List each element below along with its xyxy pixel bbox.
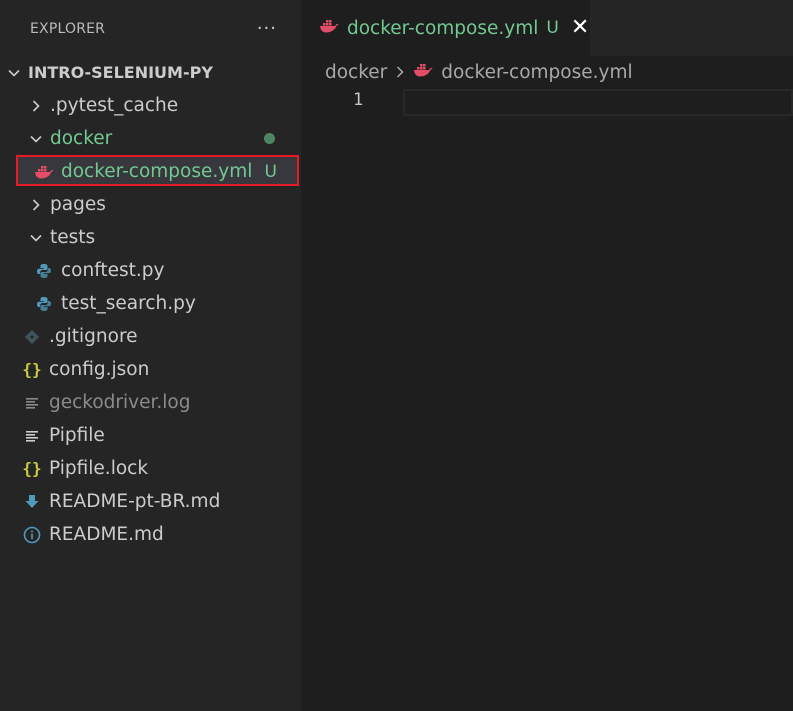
breadcrumb-file[interactable]: docker-compose.yml — [441, 62, 632, 83]
tree-item-label: pages — [50, 194, 106, 215]
chevron-right-icon — [29, 198, 43, 212]
git-icon — [22, 327, 42, 347]
tree-item-label: .gitignore — [49, 326, 138, 347]
tree-item-label: test_search.py — [61, 293, 196, 314]
workspace-root-label: INTRO-SELENIUM-PY — [28, 63, 213, 82]
editor-tab-bar: docker-compose.yml U ✕ — [301, 0, 793, 56]
close-icon[interactable]: ✕ — [571, 17, 589, 39]
file-tree: INTRO-SELENIUM-PY .pytest_cache docker d… — [0, 56, 301, 551]
current-line-highlight[interactable] — [403, 89, 793, 116]
breadcrumb-folder[interactable]: docker — [325, 62, 387, 83]
explorer-sidebar: EXPLORER ··· INTRO-SELENIUM-PY .pytest_c… — [0, 0, 301, 711]
chevron-down-icon — [29, 231, 43, 245]
tree-item-label: .pytest_cache — [50, 95, 179, 116]
docker-whale-icon — [319, 18, 339, 38]
breadcrumb: docker docker-compose.yml — [325, 58, 633, 86]
json-braces-icon: {} — [22, 459, 42, 478]
tree-item-label: config.json — [49, 359, 150, 380]
chevron-down-icon — [7, 66, 21, 80]
tree-item-pytest-cache[interactable]: .pytest_cache — [0, 89, 301, 122]
tree-item-tests[interactable]: tests — [0, 221, 301, 254]
download-arrow-icon — [22, 492, 42, 512]
json-braces-icon: {} — [22, 360, 42, 379]
tree-item-conftest[interactable]: conftest.py — [0, 254, 301, 287]
more-actions-button[interactable]: ··· — [257, 20, 277, 38]
explorer-header: EXPLORER ··· — [0, 0, 301, 58]
tree-item-pipfile-lock[interactable]: {} Pipfile.lock — [0, 452, 301, 485]
python-icon — [34, 294, 54, 314]
tree-item-label: README-pt-BR.md — [49, 491, 221, 512]
tree-item-readme-pt-br[interactable]: README-pt-BR.md — [0, 485, 301, 518]
chevron-down-icon — [29, 132, 43, 146]
tree-item-gitignore[interactable]: .gitignore — [0, 320, 301, 353]
chevron-right-icon — [395, 65, 405, 79]
tree-item-label: tests — [50, 227, 96, 248]
line-number: 1 — [353, 90, 364, 110]
workspace-root[interactable]: INTRO-SELENIUM-PY — [0, 56, 301, 89]
tree-item-config-json[interactable]: {} config.json — [0, 353, 301, 386]
git-status-badge: U — [264, 161, 277, 182]
tree-item-label: geckodriver.log — [49, 392, 191, 413]
explorer-title: EXPLORER — [30, 21, 106, 37]
tree-item-readme[interactable]: README.md — [0, 518, 301, 551]
python-icon — [34, 261, 54, 281]
tree-item-label: README.md — [49, 524, 164, 545]
tree-item-docker-compose[interactable]: docker-compose.yml U — [0, 155, 301, 188]
tree-item-label: docker — [50, 128, 113, 149]
tree-item-label: docker-compose.yml — [61, 161, 253, 182]
tree-item-label: conftest.py — [61, 260, 165, 281]
chevron-right-icon — [29, 99, 43, 113]
tree-item-label: Pipfile.lock — [49, 458, 149, 479]
tree-item-test-search[interactable]: test_search.py — [0, 287, 301, 320]
tree-item-docker[interactable]: docker — [0, 122, 301, 155]
modified-dot-icon — [264, 133, 275, 144]
tab-git-status: U — [546, 18, 559, 38]
tree-item-geckodriver-log[interactable]: geckodriver.log — [0, 386, 301, 419]
docker-whale-icon — [413, 62, 433, 83]
tree-item-label: Pipfile — [49, 425, 105, 446]
docker-whale-icon — [34, 162, 54, 182]
lines-icon — [22, 426, 42, 446]
lines-icon — [22, 393, 42, 413]
tree-item-pipfile[interactable]: Pipfile — [0, 419, 301, 452]
tab-label: docker-compose.yml — [347, 17, 539, 39]
tab-docker-compose[interactable]: docker-compose.yml U ✕ — [301, 0, 590, 56]
info-icon — [22, 525, 42, 545]
tree-item-pages[interactable]: pages — [0, 188, 301, 221]
